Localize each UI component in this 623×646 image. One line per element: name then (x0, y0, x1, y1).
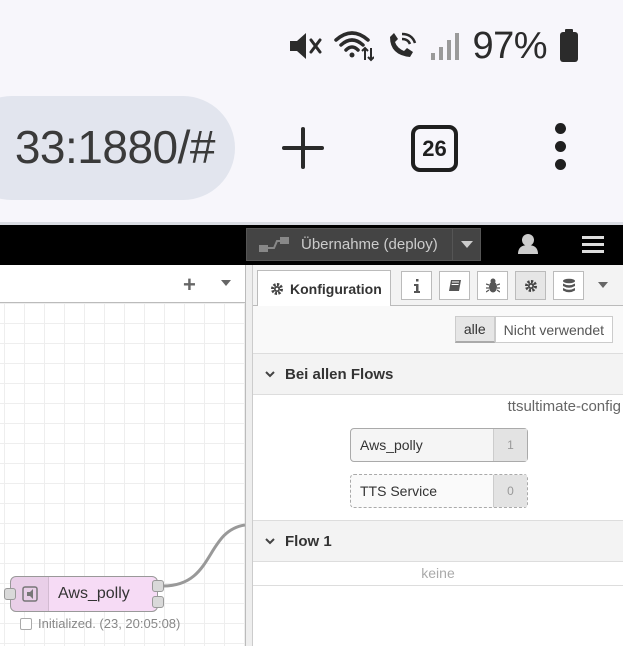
url-bar[interactable]: 33:1880/# (0, 96, 235, 200)
user-icon[interactable] (516, 233, 540, 255)
sidebar-menu-caret-icon[interactable] (597, 282, 609, 290)
wifi-icon (334, 31, 375, 62)
deploy-button-group: Übernahme (deploy) (246, 228, 481, 261)
browser-menu-button[interactable] (551, 123, 571, 171)
kebab-dot (555, 123, 566, 134)
menu-bar (582, 236, 604, 239)
config-node-tts-service[interactable]: TTS Service 0 (350, 474, 528, 508)
database-icon (562, 278, 575, 292)
tts-node-icon (21, 586, 38, 602)
section-header-flow-1[interactable]: Flow 1 (253, 520, 623, 562)
sidebar-tab-bar: Konfiguration (253, 265, 623, 307)
info-tab-button[interactable] (401, 271, 432, 300)
browser-toolbar: 33:1880/# 26 (0, 95, 623, 225)
section-title: Bei allen Flows (285, 365, 394, 383)
node-input-port[interactable] (4, 588, 16, 600)
config-filter-group: alle Nicht verwendet (454, 316, 613, 343)
sidebar: Konfiguration alle Nicht verwendet Bei a… (253, 265, 623, 646)
new-tab-button[interactable] (280, 125, 326, 171)
status-icons: 97% (288, 24, 579, 67)
kebab-dot (555, 141, 566, 152)
main-menu-icon[interactable] (582, 236, 604, 254)
menu-bar (582, 243, 604, 246)
node-status: Initialized. (23, 20:05:08) (20, 616, 180, 631)
config-node-count: 0 (493, 475, 527, 507)
tab-switcher-button[interactable]: 26 (411, 125, 458, 172)
chevron-down-icon (265, 537, 275, 544)
config-node-name: TTS Service (360, 483, 438, 499)
mute-icon (290, 33, 322, 59)
deploy-menu-button[interactable] (452, 229, 480, 260)
sidebar-splitter[interactable] (245, 265, 253, 646)
caret-down-icon (460, 240, 473, 248)
wifi-calling-icon (390, 32, 417, 57)
deploy-button[interactable]: Übernahme (deploy) (247, 229, 452, 260)
config-node-aws-polly[interactable]: Aws_polly 1 (350, 428, 528, 462)
status-bar: 97% (0, 0, 623, 95)
config-node-count: 1 (493, 429, 527, 461)
flow-node-aws-polly[interactable]: Aws_polly (10, 576, 158, 612)
status-ring-icon (20, 617, 32, 630)
empty-section-label: keine (421, 565, 455, 581)
config-filter-area: alle Nicht verwendet (253, 306, 623, 354)
filter-all-button[interactable]: alle (454, 316, 495, 343)
kebab-dot (555, 159, 566, 170)
node-icon-box (11, 577, 49, 611)
section-title: Flow 1 (285, 532, 332, 550)
config-node-name: Aws_polly (360, 437, 423, 453)
battery-percent: 97% (472, 24, 547, 67)
book-icon (448, 279, 461, 291)
battery-icon (560, 29, 578, 62)
gear-icon (524, 279, 537, 292)
screen: 97% 33:1880/# 26 Übernahme (deploy) + Aw… (0, 0, 623, 646)
info-icon (413, 278, 420, 293)
workspace: + Aws_polly Initialized. (23, 20:05:08) (0, 265, 245, 646)
help-tab-button[interactable] (439, 271, 470, 300)
gear-icon (271, 283, 283, 295)
divider (253, 585, 623, 586)
deploy-label: Übernahme (deploy) (301, 236, 438, 253)
filter-unused-button[interactable]: Nicht verwendet (494, 316, 613, 343)
tab-config[interactable]: Konfiguration (257, 270, 391, 307)
chevron-down-icon (265, 370, 275, 377)
node-output-port-2[interactable] (152, 596, 164, 608)
menu-bar (582, 250, 604, 253)
node-red-header: Übernahme (deploy) (0, 225, 623, 265)
config-type-label: ttsultimate-config (507, 398, 621, 415)
node-label: Aws_polly (58, 585, 130, 602)
url-text[interactable]: 33:1880/# (15, 120, 216, 174)
signal-icon (431, 33, 460, 60)
tab-config-label: Konfiguration (290, 281, 382, 297)
context-tab-button[interactable] (553, 271, 584, 300)
bug-icon (485, 278, 500, 293)
section-header-all-flows[interactable]: Bei allen Flows (253, 353, 623, 395)
deploy-icon (259, 236, 289, 252)
node-status-text: Initialized. (23, 20:05:08) (38, 616, 181, 631)
node-output-port-1[interactable] (152, 580, 164, 592)
config-tab-button[interactable] (515, 271, 546, 300)
debug-tab-button[interactable] (477, 271, 508, 300)
